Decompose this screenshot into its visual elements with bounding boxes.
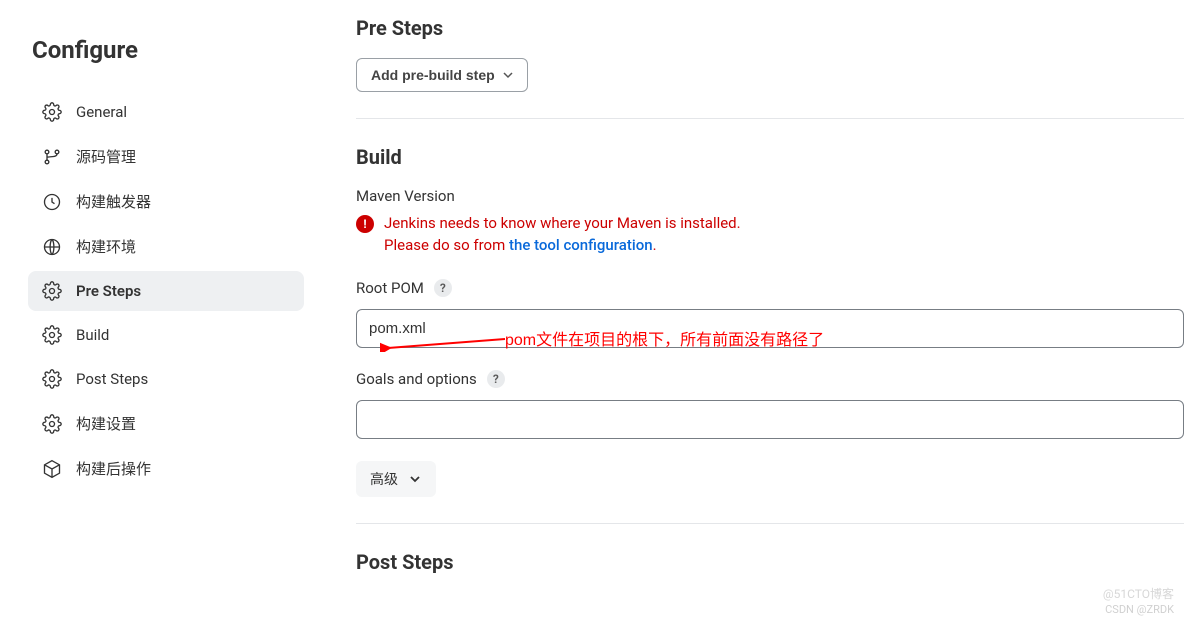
sidebar-item-label: 构建触发器: [76, 191, 151, 212]
tool-configuration-link[interactable]: the tool configuration: [509, 236, 653, 254]
sidebar-item-pre-steps[interactable]: Pre Steps: [28, 271, 304, 311]
main-content: Pre Steps Add pre-build step Build Maven…: [320, 0, 1184, 622]
gear-icon: [42, 102, 62, 122]
branch-icon: [42, 147, 62, 167]
sidebar-item-label: Post Steps: [76, 370, 148, 388]
sidebar-item-triggers[interactable]: 构建触发器: [28, 181, 304, 222]
root-pom-label: Root POM: [356, 279, 424, 297]
goals-options-input[interactable]: [356, 400, 1184, 439]
caret-down-icon: [503, 70, 513, 80]
root-pom-input[interactable]: [356, 309, 1184, 348]
poststeps-heading: Post Steps: [356, 550, 1184, 574]
error-icon: !: [356, 215, 374, 233]
clock-icon: [42, 192, 62, 212]
gear-icon: [42, 414, 62, 434]
sidebar-title: Configure: [28, 36, 304, 64]
button-label: Add pre-build step: [371, 67, 495, 83]
sidebar-item-label: General: [76, 103, 127, 121]
help-icon[interactable]: ?: [434, 279, 452, 297]
divider: [356, 118, 1184, 119]
sidebar-item-label: 构建设置: [76, 413, 136, 434]
sidebar-item-scm[interactable]: 源码管理: [28, 136, 304, 177]
error-line-1: Jenkins needs to know where your Maven i…: [384, 214, 741, 232]
sidebar-item-label: 构建后操作: [76, 458, 151, 479]
sidebar-item-settings[interactable]: 构建设置: [28, 403, 304, 444]
help-icon[interactable]: ?: [487, 370, 505, 388]
gear-icon: [42, 369, 62, 389]
sidebar-item-postbuild[interactable]: 构建后操作: [28, 448, 304, 489]
chevron-down-icon: [408, 472, 422, 486]
sidebar-item-build[interactable]: Build: [28, 315, 304, 355]
sidebar-item-post-steps[interactable]: Post Steps: [28, 359, 304, 399]
sidebar-item-label: 源码管理: [76, 146, 136, 167]
build-heading: Build: [356, 145, 1184, 169]
sidebar-item-env[interactable]: 构建环境: [28, 226, 304, 267]
sidebar-item-general[interactable]: General: [28, 92, 304, 132]
sidebar-item-label: Pre Steps: [76, 282, 141, 300]
presteps-heading: Pre Steps: [356, 16, 1184, 40]
sidebar-item-label: 构建环境: [76, 236, 136, 257]
maven-version-label: Maven Version: [356, 187, 1184, 205]
gear-icon: [42, 325, 62, 345]
box-icon: [42, 459, 62, 479]
error-line-2-prefix: Please do so from: [384, 236, 509, 254]
button-label: 高级: [370, 469, 398, 489]
divider: [356, 523, 1184, 524]
sidebar: Configure General 源码管理 构建触发器 构建环境: [0, 0, 320, 622]
sidebar-item-label: Build: [76, 326, 109, 344]
maven-error-message: ! Jenkins needs to know where your Maven…: [356, 213, 1184, 257]
gear-icon: [42, 281, 62, 301]
goals-options-label: Goals and options: [356, 370, 477, 388]
add-pre-build-step-button[interactable]: Add pre-build step: [356, 58, 528, 92]
watermark: @51CTO博客: [1103, 585, 1174, 602]
advanced-button[interactable]: 高级: [356, 461, 436, 497]
globe-icon: [42, 237, 62, 257]
watermark: CSDN @ZRDK: [1105, 603, 1174, 616]
